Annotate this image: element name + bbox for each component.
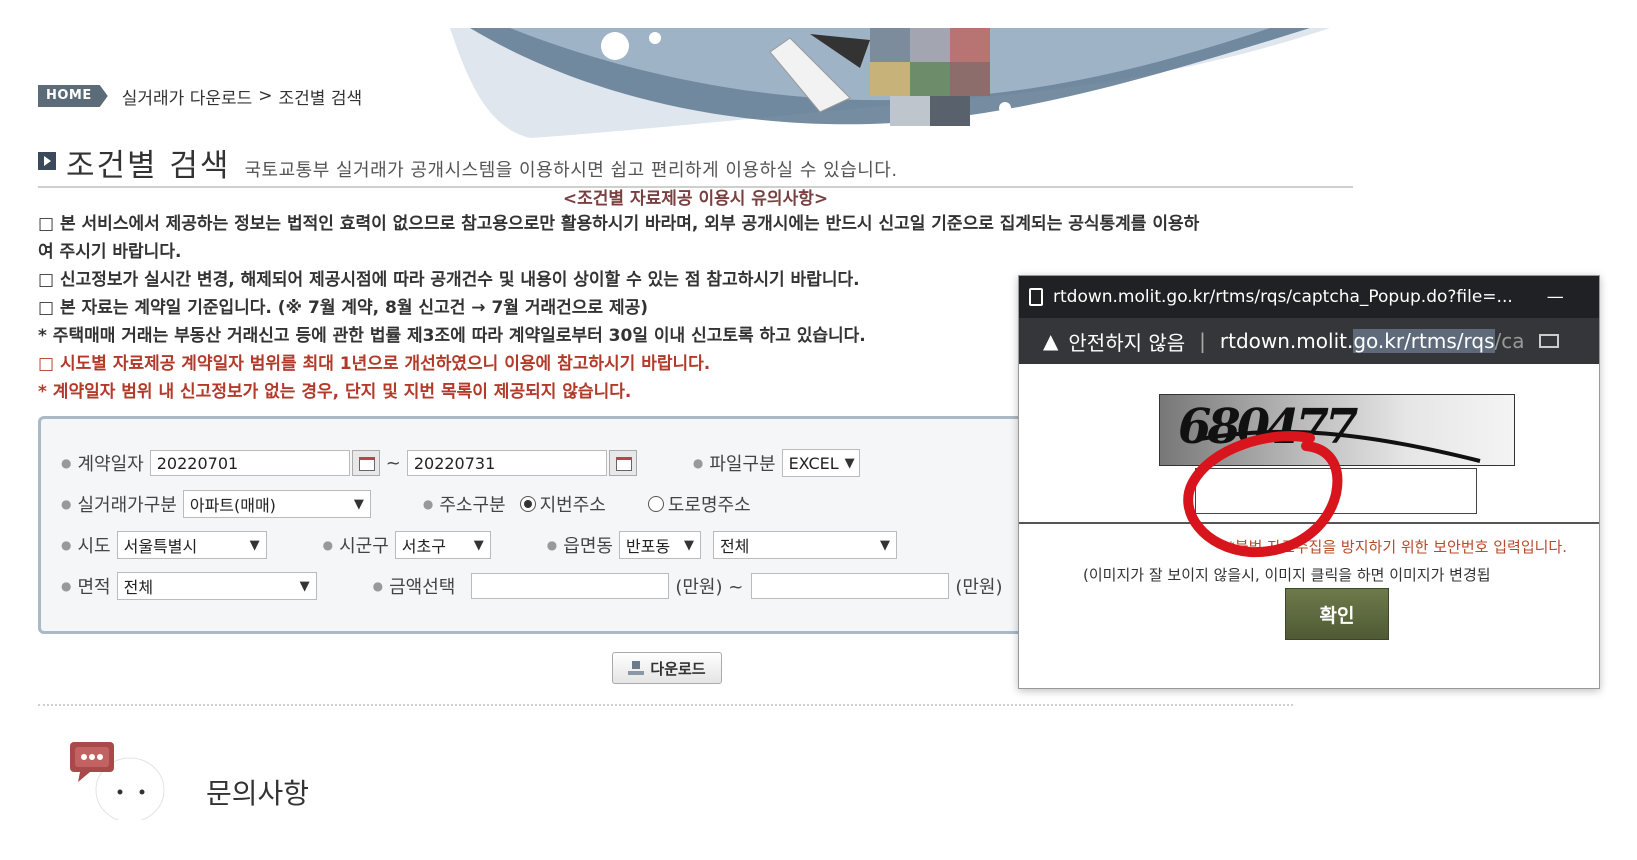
radio-road[interactable] bbox=[647, 496, 664, 512]
area-value: 전체 bbox=[123, 578, 154, 597]
bullet-icon: ● bbox=[61, 538, 72, 552]
sido-select[interactable]: 서울특별시 ▼ bbox=[116, 531, 267, 559]
inquiry-character-icon bbox=[68, 740, 168, 823]
bullet-icon: ● bbox=[692, 456, 704, 470]
url-prefix: rtdown.molit. bbox=[1219, 329, 1354, 353]
radio-jibun[interactable] bbox=[519, 496, 536, 512]
read-mode-icon[interactable] bbox=[1538, 334, 1559, 348]
complex-value: 전체 bbox=[719, 537, 750, 556]
page-title-row: 조건별 검색 국토교통부 실거래가 공개시스템을 이용하시면 쉽고 편리하게 이용… bbox=[38, 140, 1353, 188]
date-to-input[interactable]: 20220731 bbox=[406, 450, 607, 476]
header-banner-image bbox=[450, 28, 1330, 146]
calendar-icon[interactable] bbox=[351, 450, 380, 476]
red-circle-annotation bbox=[1183, 431, 1343, 558]
download-label: 다운로드 bbox=[650, 659, 706, 678]
title-arrow-icon bbox=[38, 152, 56, 170]
chevron-down-icon: ▼ bbox=[683, 537, 694, 553]
popup-address-bar[interactable]: ▲ 안전하지 않음 | rtdown.molit. go.kr/rtms/rqs /… bbox=[1019, 318, 1599, 364]
confirm-button[interactable]: 확인 bbox=[1285, 588, 1389, 640]
eupmyeondong-label: 읍면동 bbox=[563, 536, 613, 557]
page-title: 조건별 검색 bbox=[66, 148, 231, 184]
chevron-down-icon: ▼ bbox=[879, 537, 890, 553]
amount-min-input[interactable] bbox=[471, 573, 670, 599]
download-icon bbox=[628, 661, 645, 675]
amount-unit-2: (만원) bbox=[955, 577, 1003, 598]
eupmyeondong-value: 반포동 bbox=[625, 537, 671, 556]
chevron-down-icon: ▼ bbox=[844, 455, 855, 471]
area-select[interactable]: 전체 ▼ bbox=[116, 572, 317, 600]
amount-label: 금액선택 bbox=[389, 577, 456, 598]
file-type-label: 파일구분 bbox=[709, 454, 776, 475]
sido-value: 서울특별시 bbox=[123, 537, 198, 556]
popup-titlebar[interactable]: rtdown.molit.go.kr/rtms/rqs/captcha_Popu… bbox=[1019, 276, 1599, 318]
calendar-icon[interactable] bbox=[608, 450, 637, 476]
date-tilde: ~ bbox=[385, 452, 401, 474]
file-type-value: EXCEL bbox=[788, 453, 839, 473]
notice-title: <조건별 자료제공 이용시 유의사항> bbox=[562, 189, 829, 209]
trade-type-label: 실거래가구분 bbox=[77, 495, 177, 516]
area-amount-row: ● 면적 전체 ▼ ● 금액선택 (만원) ~ (만원) bbox=[61, 571, 1002, 601]
chevron-down-icon: ▼ bbox=[353, 496, 364, 512]
bullet-icon: ● bbox=[61, 497, 72, 511]
radio-road-label[interactable]: 도로명주소 bbox=[668, 491, 751, 517]
divider bbox=[38, 704, 1293, 706]
url-separator: | bbox=[1199, 329, 1206, 353]
trade-type-row: ● 실거래가구분 아파트(매매) ▼ ● 주소구분 지번주소 도로명주소 bbox=[61, 489, 751, 519]
amount-unit-1: (만원) ~ bbox=[675, 577, 744, 598]
bullet-icon: ● bbox=[546, 538, 558, 552]
sido-label: 시도 bbox=[77, 536, 111, 557]
complex-select[interactable]: 전체 ▼ bbox=[712, 531, 897, 559]
area-label: 면적 bbox=[77, 577, 111, 598]
bullet-icon: ● bbox=[322, 538, 334, 552]
address-type-label: 주소구분 bbox=[439, 495, 506, 516]
chevron-down-icon: ▼ bbox=[299, 578, 310, 594]
search-form: ● 계약일자 20220701 ~ 20220731 ● 파일구분 EXCEL … bbox=[38, 416, 1104, 634]
bullet-icon: ● bbox=[61, 579, 72, 593]
contract-date-row: ● 계약일자 20220701 ~ 20220731 ● 파일구분 EXCEL … bbox=[61, 448, 860, 478]
download-button[interactable]: 다운로드 bbox=[612, 652, 722, 684]
region-row: ● 시도 서울특별시 ▼ ● 시군구 서초구 ▼ ● 읍면동 반포동 ▼ 전체 … bbox=[61, 530, 897, 560]
notice-line: □ 본 서비스에서 제공하는 정보는 법적인 효력이 없으므로 참고용으로만 활… bbox=[38, 214, 1200, 234]
radio-jibun-label[interactable]: 지번주소 bbox=[540, 491, 606, 517]
minimize-button[interactable]: — bbox=[1547, 287, 1564, 307]
warning-icon: ▲ bbox=[1043, 329, 1059, 353]
url-highlighted: go.kr/rtms/rqs bbox=[1353, 329, 1495, 353]
notice-line: 여 주시기 바랍니다. bbox=[38, 242, 182, 262]
page-description: 국토교통부 실거래가 공개시스템을 이용하시면 쉽고 편리하게 이용하실 수 있… bbox=[244, 160, 898, 181]
bullet-icon: ● bbox=[61, 456, 72, 470]
popup-title-url: rtdown.molit.go.kr/rtms/rqs/captcha_Popu… bbox=[1053, 287, 1513, 307]
breadcrumb: HOME 실거래가 다운로드 > 조건별 검색 bbox=[38, 84, 363, 109]
sigungu-select[interactable]: 서초구 ▼ bbox=[394, 531, 491, 559]
bullet-icon: ● bbox=[422, 497, 434, 511]
trade-type-value: 아파트(매매) bbox=[189, 496, 276, 515]
file-type-select[interactable]: EXCEL ▼ bbox=[781, 449, 860, 477]
chevron-down-icon: ▼ bbox=[249, 537, 260, 553]
security-warning-label[interactable]: 안전하지 않음 bbox=[1068, 327, 1185, 356]
url-suffix: /ca bbox=[1494, 329, 1525, 353]
trade-type-select[interactable]: 아파트(매매) ▼ bbox=[182, 490, 371, 518]
breadcrumb-separator: > bbox=[258, 86, 273, 106]
breadcrumb-home-link[interactable]: HOME bbox=[38, 85, 108, 107]
bullet-icon: ● bbox=[372, 579, 384, 593]
date-from-input[interactable]: 20220701 bbox=[149, 450, 350, 476]
amount-max-input[interactable] bbox=[751, 573, 950, 599]
sigungu-value: 서초구 bbox=[401, 537, 446, 556]
sigungu-label: 시군구 bbox=[339, 536, 389, 557]
contract-date-label: 계약일자 bbox=[77, 454, 144, 475]
chevron-down-icon: ▼ bbox=[473, 537, 484, 553]
inquiry-title: 문의사항 bbox=[206, 777, 310, 810]
breadcrumb-current: 조건별 검색 bbox=[278, 88, 363, 109]
breadcrumb-section-link[interactable]: 실거래가 다운로드 bbox=[122, 84, 253, 109]
document-icon bbox=[1029, 288, 1043, 306]
eupmyeondong-select[interactable]: 반포동 ▼ bbox=[618, 531, 701, 559]
